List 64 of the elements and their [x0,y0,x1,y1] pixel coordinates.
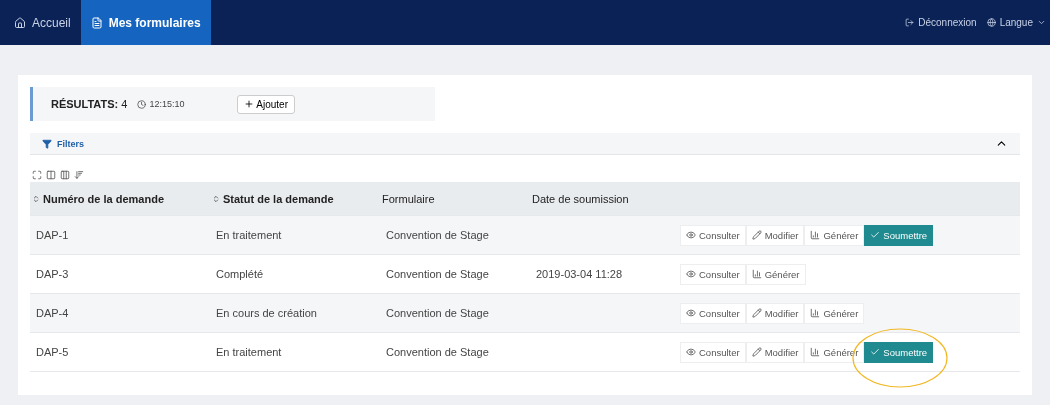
table-cell-text: En cours de création [215,307,318,319]
sort-icon [212,194,220,203]
table-cell-text: DAP-4 [35,307,70,319]
eye-icon [686,230,696,240]
results-count: RÉSULTATS: 4 [51,98,128,110]
column-title: Date de soumission [532,192,629,205]
nav-tab[interactable]: Mes formulaires [80,0,211,45]
edit-button[interactable]: Modifier [745,302,805,324]
chart-icon [810,230,821,240]
nav-tab[interactable]: Accueil [4,0,81,45]
view-button[interactable]: Consulter [680,341,746,363]
globe-icon [986,18,996,27]
pencil-icon [751,308,762,318]
generate-button[interactable]: Générer [804,302,865,324]
plus-icon [244,99,255,109]
caret-icon [1037,18,1046,27]
columns-icon[interactable] [60,170,70,180]
table-cell-text: En traitement [215,346,283,358]
clock-icon [137,99,147,109]
table-cell-text: Convention de Stage [385,229,490,241]
table-cell-text: Complété [215,268,265,280]
filter-icon [42,138,52,149]
chart-icon [751,269,762,279]
eye-icon [686,308,696,318]
chart-icon [810,347,821,357]
columns-icon[interactable] [46,170,56,180]
check-icon [870,230,881,240]
timestamp: 12:15:10 [137,99,185,109]
pencil-icon [751,230,762,240]
logout-icon [905,18,915,27]
table-cell-text: DAP-3 [35,268,70,280]
generate-button[interactable]: Générer [804,224,865,246]
generate-button[interactable]: Générer [745,263,806,285]
sort-icon [32,194,40,203]
table-cell-text: 2019-03-04 11:28 [535,268,624,280]
nav-link[interactable]: Déconnexion [905,17,977,28]
pencil-icon [751,347,762,357]
submit-button[interactable]: Soumettre [864,224,934,246]
table-cell-text: Convention de Stage [385,346,490,358]
submit-button[interactable]: Soumettre [864,341,934,363]
column-title: Formulaire [382,192,435,205]
check-icon [870,347,881,357]
fullscreen-icon[interactable] [32,170,42,180]
eye-icon [686,269,696,279]
view-button[interactable]: Consulter [680,224,746,246]
table-cell-text: DAP-5 [35,346,70,358]
filters-toggle[interactable]: Filters [42,138,84,149]
table-cell-text: Convention de Stage [385,268,490,280]
chart-icon [810,308,821,318]
table-cell-text: Convention de Stage [385,307,490,319]
column-title[interactable]: Numéro de la demande [43,192,165,205]
edit-button[interactable]: Modifier [745,224,805,246]
column-title[interactable]: Statut de la demande [223,192,334,205]
table-cell-text: DAP-1 [35,229,70,241]
nav-link[interactable]: Langue [986,17,1046,28]
view-button[interactable]: Consulter [680,263,746,285]
document-icon [90,16,103,29]
view-button[interactable]: Consulter [680,302,746,324]
eye-icon [686,347,696,357]
add-button[interactable]: Ajouter [237,94,295,114]
table-cell-text: En traitement [215,229,283,241]
sort-icon[interactable] [74,170,84,180]
home-icon [14,16,26,29]
edit-button[interactable]: Modifier [745,341,805,363]
